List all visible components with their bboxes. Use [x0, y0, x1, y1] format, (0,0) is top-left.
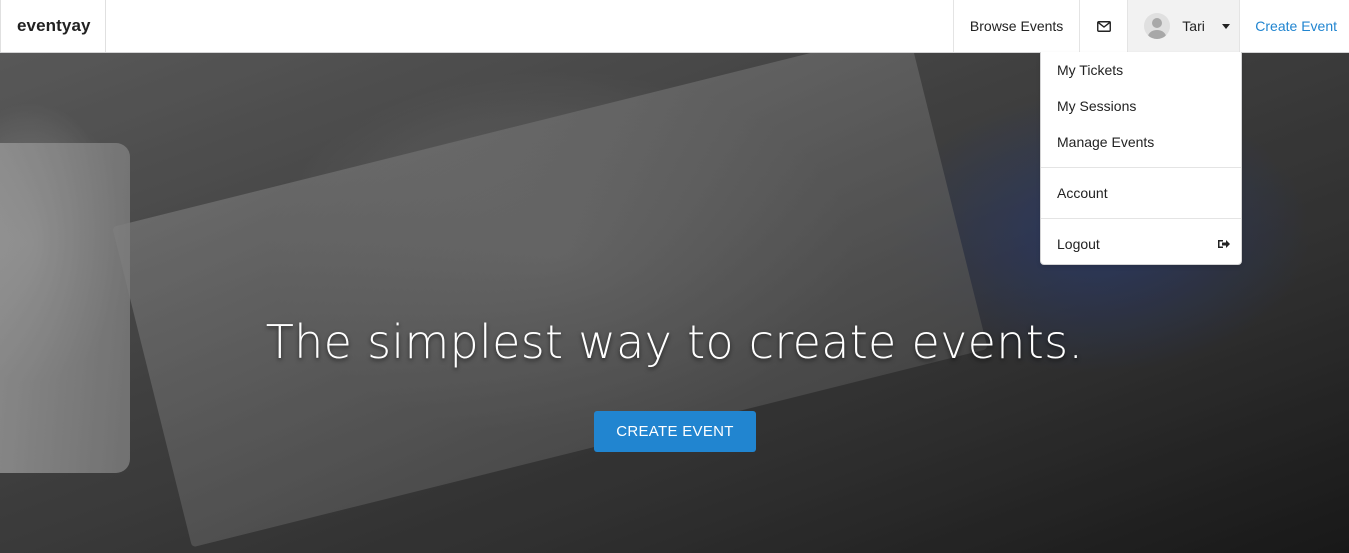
sign-out-icon: [1218, 240, 1230, 248]
create-event-link[interactable]: Create Event: [1239, 0, 1349, 52]
user-name: Tari: [1182, 18, 1205, 34]
envelope-icon: [1096, 20, 1111, 32]
notifications-button[interactable]: [1079, 0, 1127, 52]
menu-item-label: Manage Events: [1057, 134, 1155, 150]
hero-title: The simplest way to create events.: [265, 315, 1084, 369]
avatar-icon: [1144, 13, 1171, 39]
menu-item-label: Logout: [1057, 236, 1100, 252]
browse-events-link[interactable]: Browse Events: [952, 0, 1079, 52]
menu-item-my-sessions[interactable]: My Sessions: [1041, 88, 1241, 124]
user-menu-button[interactable]: Tari: [1127, 0, 1240, 52]
brand-logo[interactable]: eventyay: [0, 0, 106, 52]
user-dropdown-menu: My Tickets My Sessions Manage Events Acc…: [1040, 52, 1242, 265]
menu-item-label: Account: [1057, 185, 1108, 201]
menu-item-logout[interactable]: Logout: [1041, 226, 1241, 262]
menu-item-label: My Tickets: [1057, 62, 1124, 78]
top-navbar: eventyay Browse Events Tari Create Event: [0, 0, 1349, 53]
dropdown-divider: [1041, 167, 1241, 168]
dropdown-divider: [1041, 218, 1241, 219]
menu-item-account[interactable]: Account: [1041, 175, 1241, 211]
create-event-button[interactable]: CREATE EVENT: [594, 411, 756, 452]
navbar-spacer: [106, 0, 953, 52]
dropdown-group-primary: My Tickets My Sessions Manage Events: [1041, 52, 1241, 160]
menu-item-label: My Sessions: [1057, 98, 1137, 114]
menu-item-my-tickets[interactable]: My Tickets: [1041, 52, 1241, 88]
caret-down-icon: [1221, 23, 1230, 29]
menu-item-manage-events[interactable]: Manage Events: [1041, 124, 1241, 160]
